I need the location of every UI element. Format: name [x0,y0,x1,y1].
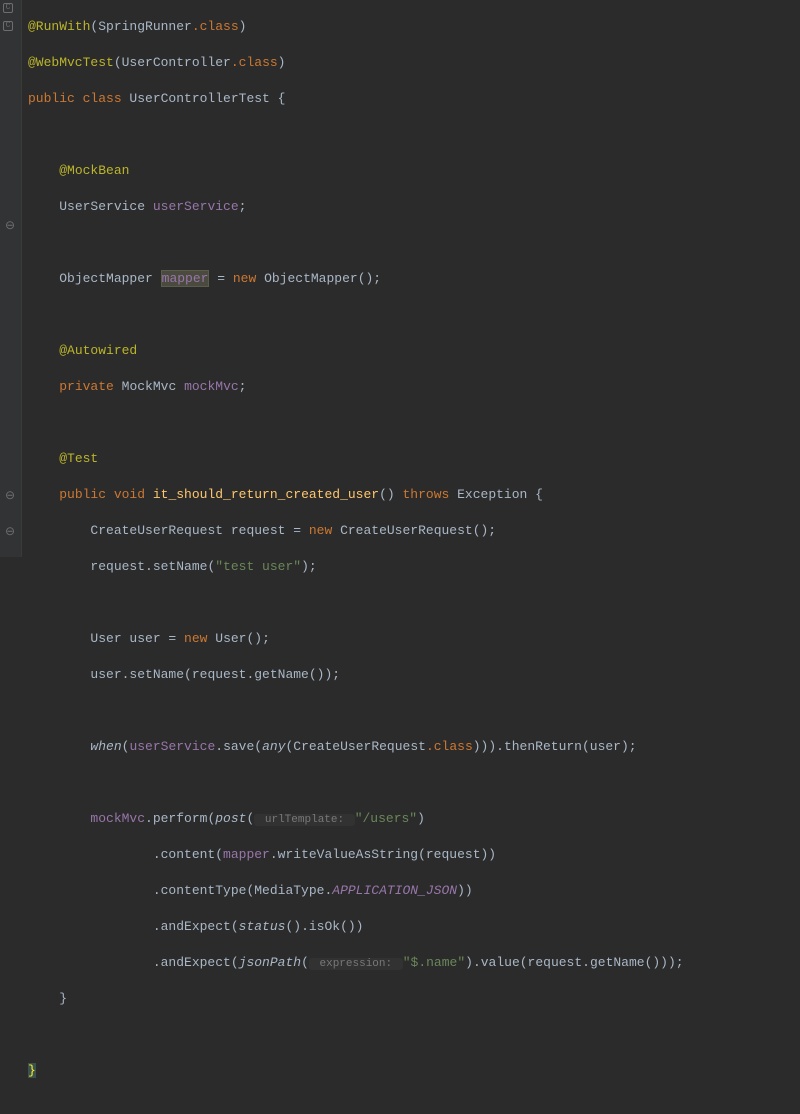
code-line: } [28,990,794,1008]
gutter-override-icon[interactable]: ⊖ [3,219,17,233]
gutter-collapse-icon[interactable]: ⊖ [3,489,17,503]
code-line: public void it_should_return_created_use… [28,486,794,504]
param-hint: urlTemplate: [254,814,354,826]
code-line [28,414,794,432]
code-line: UserService userService; [28,198,794,216]
code-line [28,1026,794,1044]
editor-gutter: C C ⊖ ⊖ ⊖ [0,0,22,557]
code-line: @MockBean [28,162,794,180]
gutter-class-marker-icon[interactable]: C [3,21,13,31]
param-hint: expression: [309,958,403,970]
code-line [28,126,794,144]
code-line [28,702,794,720]
code-line: user.setName(request.getName()); [28,666,794,684]
code-line: public class UserControllerTest { [28,90,794,108]
code-line [28,306,794,324]
code-line: CreateUserRequest request = new CreateUs… [28,522,794,540]
code-line: private MockMvc mockMvc; [28,378,794,396]
code-line: .contentType(MediaType.APPLICATION_JSON)… [28,882,794,900]
code-line [28,234,794,252]
code-line: @Test [28,450,794,468]
code-line: when(userService.save(any(CreateUserRequ… [28,738,794,756]
code-line: @Autowired [28,342,794,360]
code-line: User user = new User(); [28,630,794,648]
code-line: .andExpect(jsonPath( expression: "$.name… [28,954,794,972]
code-editor[interactable]: C C ⊖ ⊖ ⊖ @RunWith(SpringRunner.class) @… [0,0,800,557]
gutter-class-marker-icon[interactable]: C [3,3,13,13]
code-line: request.setName("test user"); [28,558,794,576]
code-line: @WebMvcTest(UserController.class) [28,54,794,72]
code-line: } [28,1062,794,1080]
gutter-collapse-icon[interactable]: ⊖ [3,525,17,539]
code-area[interactable]: @RunWith(SpringRunner.class) @WebMvcTest… [22,0,800,557]
code-line [28,774,794,792]
code-line: ObjectMapper mapper = new ObjectMapper()… [28,270,794,288]
caret-position: } [28,1063,36,1078]
code-line: mockMvc.perform(post( urlTemplate: "/use… [28,810,794,828]
code-line: .andExpect(status().isOk()) [28,918,794,936]
code-line: @RunWith(SpringRunner.class) [28,18,794,36]
code-line [28,594,794,612]
code-line: .content(mapper.writeValueAsString(reque… [28,846,794,864]
